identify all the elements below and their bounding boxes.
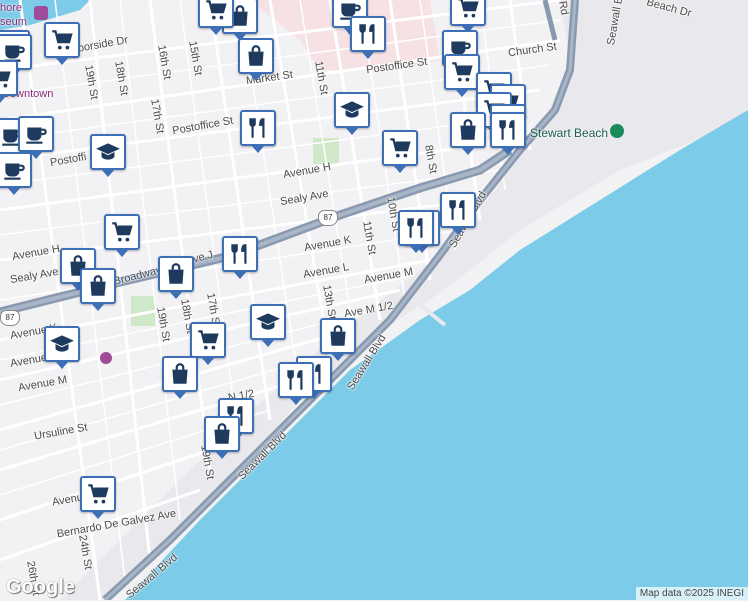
poi-pin-food[interactable] xyxy=(490,112,526,155)
poi-pin-food[interactable] xyxy=(222,236,258,279)
shopping-bag-icon xyxy=(325,323,351,349)
poi-pin-school[interactable] xyxy=(44,326,80,369)
restaurant-icon xyxy=(403,215,429,241)
poi-pin-bag[interactable] xyxy=(80,268,116,311)
poi-pin-bag[interactable] xyxy=(158,256,194,299)
map-attribution[interactable]: Map data ©2025 INEGI xyxy=(635,587,748,600)
park-icon xyxy=(610,124,624,138)
restaurant-icon xyxy=(495,117,521,143)
poi-pin-cart[interactable] xyxy=(444,54,480,97)
shopping-cart-icon xyxy=(387,135,413,161)
poi-pin-bag[interactable] xyxy=(162,356,198,399)
google-logo: Google xyxy=(6,576,75,598)
poi-pin-bag[interactable] xyxy=(450,112,486,155)
poi-pin-school[interactable] xyxy=(250,304,286,347)
poi-pin-food[interactable] xyxy=(398,210,434,253)
poi-pin-cart[interactable] xyxy=(44,22,80,65)
shopping-cart-icon xyxy=(0,65,13,91)
coffee-icon xyxy=(1,157,27,183)
poi-pin-cart[interactable] xyxy=(382,130,418,173)
rd-label: Rd xyxy=(556,0,571,16)
poi-pin-food[interactable] xyxy=(440,192,476,235)
poi-pin-coffee[interactable] xyxy=(18,116,54,159)
highway-87-shield-left: 87 xyxy=(0,310,20,326)
shopping-bag-icon xyxy=(85,273,111,299)
shopping-cart-icon xyxy=(203,0,229,23)
highway-87-shield: 87 xyxy=(318,210,338,226)
poi-pin-bag[interactable] xyxy=(204,416,240,459)
landmark-icon xyxy=(100,352,112,364)
stewart-beach-label: Stewart Beach xyxy=(530,126,609,140)
shopping-cart-icon xyxy=(449,59,475,85)
school-icon xyxy=(49,331,75,357)
poi-pin-food[interactable] xyxy=(350,16,386,59)
restaurant-icon xyxy=(355,21,381,47)
museum-label: seum xyxy=(0,16,27,28)
restaurant-icon xyxy=(445,197,471,223)
poi-pin-food[interactable] xyxy=(278,362,314,405)
shopping-cart-icon xyxy=(49,27,75,53)
school-icon xyxy=(255,309,281,335)
shopping-cart-icon xyxy=(109,219,135,245)
school-icon xyxy=(95,139,121,165)
poi-pin-bag[interactable] xyxy=(238,38,274,81)
poi-pin-cart[interactable] xyxy=(104,214,140,257)
poi-pin-bag[interactable] xyxy=(320,318,356,361)
poi-pin-school[interactable] xyxy=(90,134,126,177)
poi-pin-cart[interactable] xyxy=(198,0,234,35)
restaurant-icon xyxy=(227,241,253,267)
poi-pin-cart[interactable] xyxy=(450,0,486,33)
poi-pin-school[interactable] xyxy=(334,92,370,135)
shopping-cart-icon xyxy=(455,0,481,21)
shopping-cart-icon xyxy=(195,327,221,353)
shopping-cart-icon xyxy=(85,481,111,507)
shopping-bag-icon xyxy=(209,421,235,447)
poi-pin-cart[interactable] xyxy=(80,476,116,519)
poi-pin-food[interactable] xyxy=(240,110,276,153)
coffee-icon xyxy=(23,121,49,147)
museum-icon xyxy=(34,6,48,20)
shopping-bag-icon xyxy=(243,43,269,69)
restaurant-icon xyxy=(283,367,309,393)
shopping-bag-icon xyxy=(455,117,481,143)
poi-pin-cart[interactable] xyxy=(190,322,226,365)
restaurant-icon xyxy=(245,115,271,141)
school-icon xyxy=(339,97,365,123)
poi-pin-coffee[interactable] xyxy=(0,152,32,195)
shopping-bag-icon xyxy=(163,261,189,287)
poi-pin-cart[interactable] xyxy=(0,60,18,103)
shore-label: hore xyxy=(0,2,23,14)
shopping-bag-icon xyxy=(167,361,193,387)
